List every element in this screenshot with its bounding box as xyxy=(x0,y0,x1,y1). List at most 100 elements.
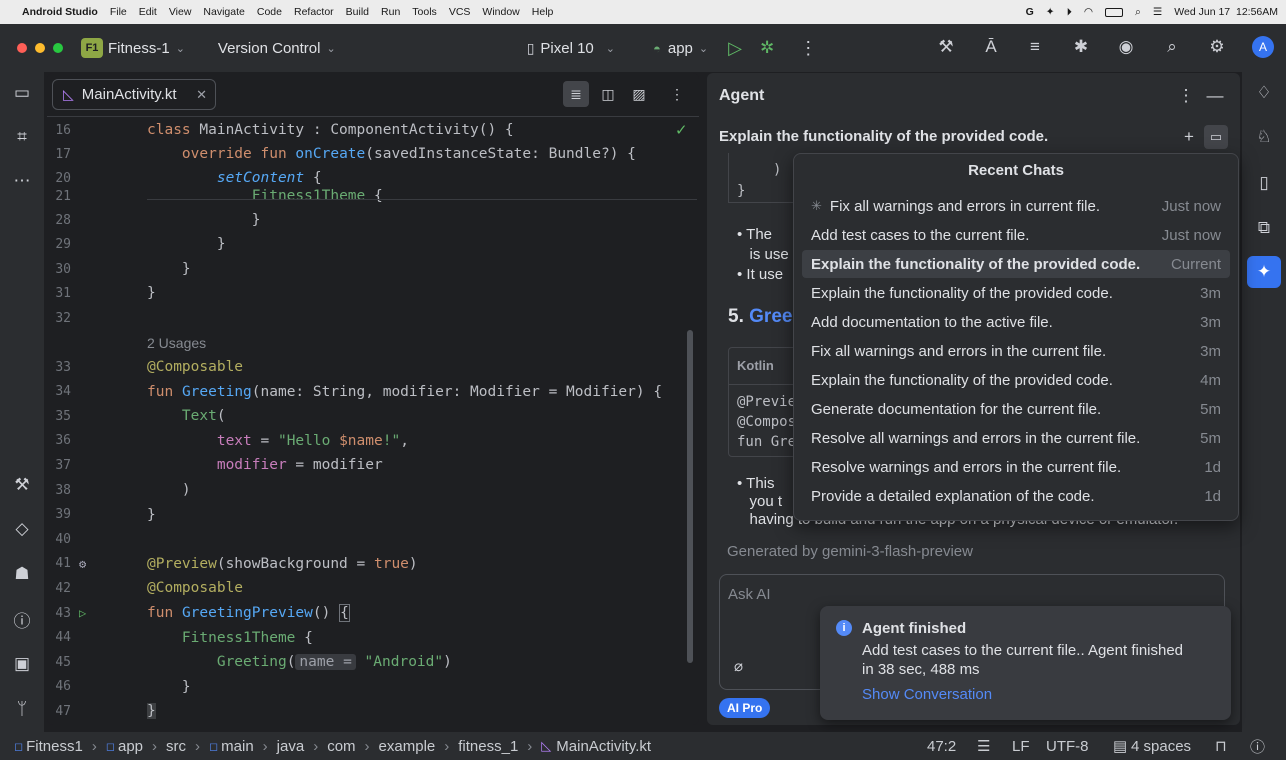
breadcrumb-item[interactable]: example xyxy=(379,738,436,755)
code-text[interactable]: ) xyxy=(147,482,191,498)
logcat-icon[interactable]: ☗ xyxy=(9,561,35,587)
code-line[interactable]: 16 class MainActivity : ComponentActivity… xyxy=(47,118,699,142)
code-line[interactable]: 21 Fitness1Theme { xyxy=(47,184,699,208)
gradle-elephant-icon[interactable]: ♘ xyxy=(1251,124,1277,150)
problems-icon[interactable]: ⓘ xyxy=(9,606,35,632)
line-number[interactable]: 30 xyxy=(47,262,71,277)
recent-chat-item[interactable]: Resolve warnings and errors in the curre… xyxy=(802,453,1230,481)
more-actions-icon[interactable]: ⋮ xyxy=(799,38,817,59)
line-number[interactable]: 42 xyxy=(47,581,71,596)
show-conversation-link[interactable]: Show Conversation xyxy=(862,686,992,703)
notifications-bell-icon[interactable]: ♢ xyxy=(1251,80,1277,106)
recent-chat-item[interactable]: Explain the functionality of the provide… xyxy=(802,250,1230,278)
code-text[interactable]: fun GreetingPreview() { xyxy=(147,604,350,622)
file-encoding[interactable]: UTF-8 xyxy=(1046,738,1089,755)
line-number[interactable]: 46 xyxy=(47,679,71,694)
line-separator[interactable]: LF xyxy=(1012,738,1030,755)
agent-finished-notification[interactable]: i Agent finished Add test cases to the c… xyxy=(820,606,1231,720)
code-text[interactable]: Fitness1Theme { xyxy=(147,188,383,204)
more-tools-icon[interactable]: ⋯ xyxy=(9,168,35,194)
code-text[interactable]: override fun onCreate(savedInstanceState… xyxy=(147,146,636,162)
code-line[interactable]: 32 xyxy=(47,306,699,330)
recent-chat-item[interactable]: Explain the functionality of the provide… xyxy=(802,366,1230,394)
menu-code[interactable]: Code xyxy=(257,6,282,18)
editor-scrollbar[interactable] xyxy=(687,330,693,663)
project-name[interactable]: Fitness-1 xyxy=(108,40,170,57)
code-line[interactable]: 35 Text( xyxy=(47,404,699,428)
code-line[interactable]: 33 @Composable xyxy=(47,355,699,379)
menu-help[interactable]: Help xyxy=(532,6,554,18)
device-manager-icon[interactable]: ▯ xyxy=(1251,170,1277,196)
code-text[interactable]: } xyxy=(147,212,261,228)
code-view-icon[interactable]: ≣ xyxy=(563,81,589,107)
gradle-icon[interactable]: ◉ xyxy=(1113,34,1139,60)
new-chat-plus-icon[interactable]: + xyxy=(1177,125,1201,149)
app-menu[interactable]: Android Studio xyxy=(22,6,98,18)
code-line[interactable]: 42 @Composable xyxy=(47,576,699,600)
line-number[interactable]: 28 xyxy=(47,213,71,228)
google-icon[interactable]: G xyxy=(1026,6,1034,18)
line-number[interactable]: 33 xyxy=(47,360,71,375)
build-hammer-icon[interactable]: ⚒ xyxy=(9,472,35,498)
line-number[interactable]: 47 xyxy=(47,704,71,719)
breadcrumb-item[interactable]: main xyxy=(221,738,254,755)
editor-more-icon[interactable]: ⋮ xyxy=(664,81,690,107)
menu-tools[interactable]: Tools xyxy=(412,6,437,18)
line-number[interactable]: 43 xyxy=(47,606,71,621)
breadcrumb-item[interactable]: com xyxy=(327,738,355,755)
menu-refactor[interactable]: Refactor xyxy=(294,6,334,18)
recent-chat-item[interactable]: Add test cases to the current file. Just … xyxy=(802,221,1230,249)
line-number[interactable]: 35 xyxy=(47,409,71,424)
code-line[interactable]: 28 } xyxy=(47,208,699,232)
code-line[interactable]: 29 } xyxy=(47,232,699,256)
device-selector[interactable]: Pixel 10 xyxy=(540,40,593,57)
menu-clock[interactable]: Wed Jun 17 12:56AM xyxy=(1174,6,1278,18)
code-text[interactable]: } xyxy=(147,507,156,523)
terminal-icon[interactable]: ▣ xyxy=(9,651,35,677)
design-view-icon[interactable]: ▨ xyxy=(626,81,652,107)
git-branch-icon[interactable]: ᛘ xyxy=(9,696,35,722)
code-line[interactable]: 41 @Preview(showBackground = true) ⚙ xyxy=(47,552,699,576)
agent-more-icon[interactable]: ⋮ xyxy=(1174,84,1198,108)
zoom-window-button[interactable] xyxy=(53,43,63,53)
menu-view[interactable]: View xyxy=(169,6,192,18)
code-text[interactable]: @Composable xyxy=(147,359,243,375)
code-line[interactable]: 45 Greeting(name = "Android") xyxy=(47,650,699,674)
breadcrumb-item[interactable]: MainActivity.kt xyxy=(556,738,651,755)
minimize-window-button[interactable] xyxy=(35,43,45,53)
chevron-down-icon[interactable]: ⌄ xyxy=(176,42,185,55)
close-window-button[interactable] xyxy=(17,43,27,53)
line-number[interactable]: 17 xyxy=(47,147,71,162)
code-line[interactable]: 38 ) xyxy=(47,478,699,502)
code-text[interactable]: } xyxy=(147,679,191,695)
settings-gear-icon[interactable]: ⚙ xyxy=(1204,34,1230,60)
breadcrumb-item[interactable]: src xyxy=(166,738,186,755)
menu-edit[interactable]: Edit xyxy=(139,6,157,18)
run-config-selector[interactable]: app xyxy=(668,40,693,57)
line-number[interactable]: 41 xyxy=(47,556,71,571)
version-control-menu[interactable]: Version Control xyxy=(218,40,321,57)
minimize-panel-icon[interactable]: — xyxy=(1203,84,1227,108)
preview-settings-icon[interactable]: ⚙ xyxy=(79,557,86,571)
line-number[interactable]: 45 xyxy=(47,655,71,670)
indent-setting[interactable]: 4 spaces xyxy=(1131,738,1191,755)
spotlight-search-icon[interactable]: ⌕ xyxy=(1135,6,1141,19)
recent-chat-item[interactable]: Explain the functionality of the provide… xyxy=(802,279,1230,307)
code-line[interactable]: 43 fun GreetingPreview() {▷ xyxy=(47,601,699,625)
bug-report-icon[interactable]: ✱ xyxy=(1068,34,1094,60)
battery-icon[interactable] xyxy=(1104,7,1123,17)
menu-vcs[interactable]: VCS xyxy=(449,6,471,18)
code-line[interactable]: 40 xyxy=(47,527,699,551)
attach-paperclip-icon[interactable]: ⌀ xyxy=(734,657,743,675)
line-number[interactable]: 44 xyxy=(47,630,71,645)
line-number[interactable]: 40 xyxy=(47,532,71,547)
play-circle-icon[interactable]: ⏵ xyxy=(1067,6,1072,19)
menu-window[interactable]: Window xyxy=(482,6,519,18)
control-center-icon[interactable]: ☰ xyxy=(1153,6,1162,18)
code-line[interactable]: 44 Fitness1Theme { xyxy=(47,626,699,650)
line-number[interactable]: 37 xyxy=(47,458,71,473)
line-number[interactable]: 16 xyxy=(47,123,71,138)
format-icon[interactable]: ☰ xyxy=(977,737,990,755)
code-text[interactable]: @Preview(showBackground = true) xyxy=(147,556,418,572)
code-line[interactable]: 34 fun Greeting(name: String, modifier: M… xyxy=(47,380,699,404)
